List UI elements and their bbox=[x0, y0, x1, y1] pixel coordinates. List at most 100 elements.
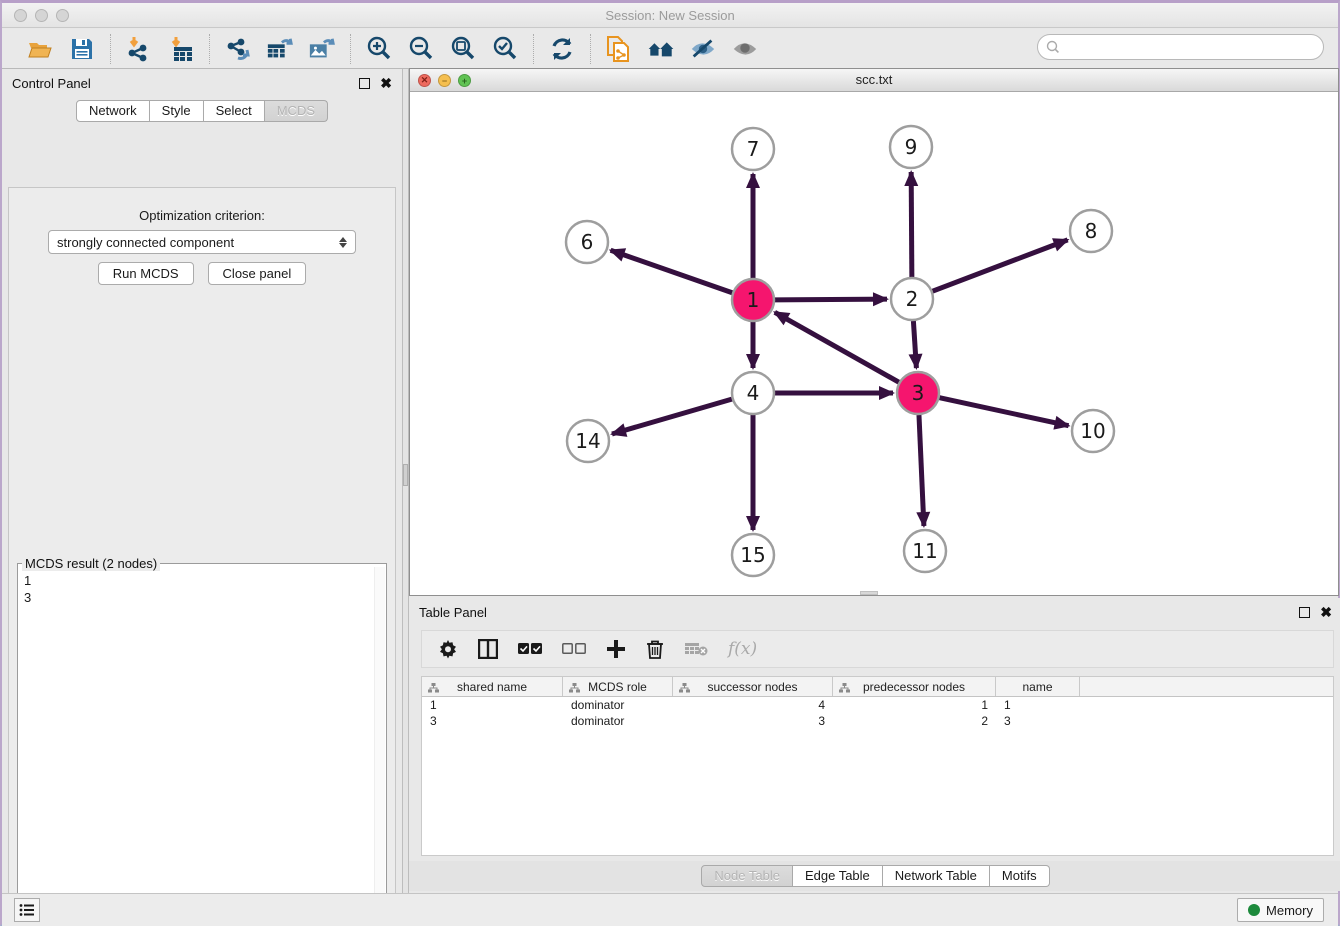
node-label-1: 1 bbox=[747, 288, 760, 312]
table-cell[interactable]: dominator bbox=[563, 713, 673, 729]
network-window-titlebar[interactable]: ✕ − + scc.txt bbox=[410, 69, 1338, 92]
network-close-button[interactable]: ✕ bbox=[418, 74, 431, 87]
zoom-selected-icon[interactable] bbox=[491, 35, 519, 63]
unselect-all-columns-icon[interactable] bbox=[562, 642, 586, 656]
column-header-successor-nodes[interactable]: successor nodes bbox=[673, 677, 833, 696]
refresh-layout-icon[interactable] bbox=[548, 35, 576, 63]
first-neighbors-icon[interactable] bbox=[647, 35, 675, 63]
zoom-fit-icon[interactable] bbox=[449, 35, 477, 63]
network-graph[interactable]: 7968124314101511 bbox=[410, 92, 1338, 595]
table-cell[interactable]: 3 bbox=[673, 713, 833, 729]
tab-node-table[interactable]: Node Table bbox=[701, 865, 793, 887]
memory-button[interactable]: Memory bbox=[1237, 898, 1324, 922]
node-table[interactable]: shared nameMCDS role successor nodes prede… bbox=[421, 676, 1334, 856]
hierarchy-icon bbox=[428, 682, 439, 696]
table-row[interactable]: 1dominator411 bbox=[422, 697, 1333, 713]
column-label: successor nodes bbox=[707, 680, 797, 694]
function-builder-icon[interactable]: f(x) bbox=[728, 639, 757, 659]
task-history-button[interactable] bbox=[14, 898, 40, 922]
export-image-icon[interactable] bbox=[308, 35, 336, 63]
result-scrollbar[interactable] bbox=[374, 567, 385, 926]
window-controls[interactable] bbox=[14, 9, 69, 22]
show-all-icon[interactable] bbox=[731, 35, 759, 63]
network-view-window: ✕ − + scc.txt 7968124314101511 bbox=[409, 68, 1339, 596]
edge-3-1[interactable] bbox=[775, 312, 899, 382]
tab-network[interactable]: Network bbox=[76, 100, 150, 122]
run-mcds-button[interactable]: Run MCDS bbox=[98, 262, 194, 285]
edge-4-14[interactable] bbox=[612, 399, 732, 434]
table-cell[interactable]: 3 bbox=[996, 713, 1080, 729]
delete-table-icon[interactable] bbox=[684, 641, 708, 657]
zoom-out-icon[interactable] bbox=[407, 35, 435, 63]
select-all-columns-icon[interactable] bbox=[518, 642, 542, 656]
column-header-name[interactable]: name bbox=[996, 677, 1080, 696]
edge-2-9[interactable] bbox=[911, 172, 912, 277]
export-table-icon[interactable] bbox=[266, 35, 294, 63]
float-panel-icon[interactable] bbox=[359, 78, 370, 89]
table-cell[interactable]: 4 bbox=[673, 697, 833, 713]
close-table-panel-icon[interactable]: ✖ bbox=[1320, 607, 1332, 618]
optimization-criterion-select[interactable]: strongly connected component bbox=[48, 230, 356, 254]
table-row[interactable]: 3dominator323 bbox=[422, 713, 1333, 729]
delete-columns-icon[interactable] bbox=[646, 639, 664, 659]
splitter-grip[interactable] bbox=[403, 464, 408, 486]
close-window-button[interactable] bbox=[14, 9, 27, 22]
hide-selected-icon[interactable] bbox=[689, 35, 717, 63]
tab-mcds[interactable]: MCDS bbox=[265, 100, 328, 122]
search-field[interactable] bbox=[1037, 34, 1324, 60]
edge-1-2[interactable] bbox=[775, 299, 887, 300]
save-session-icon[interactable] bbox=[68, 35, 96, 63]
network-maximize-button[interactable]: + bbox=[458, 74, 471, 87]
show-columns-icon[interactable] bbox=[478, 639, 498, 659]
search-input[interactable] bbox=[1064, 40, 1323, 55]
node-label-8: 8 bbox=[1085, 219, 1098, 243]
edge-2-8[interactable] bbox=[933, 240, 1068, 291]
tab-network-table[interactable]: Network Table bbox=[883, 865, 990, 887]
control-panel-title: Control Panel bbox=[12, 76, 91, 91]
table-tabs-strip: Node Table Edge Table Network Table Moti… bbox=[409, 861, 1340, 891]
zoom-window-button[interactable] bbox=[56, 9, 69, 22]
export-network-icon[interactable] bbox=[224, 35, 252, 63]
table-cell[interactable]: 3 bbox=[422, 713, 563, 729]
import-table-icon[interactable] bbox=[167, 35, 195, 63]
memory-status-icon bbox=[1248, 904, 1260, 916]
edge-2-3[interactable] bbox=[913, 321, 916, 368]
node-label-11: 11 bbox=[912, 539, 937, 563]
table-toolbar: f(x) bbox=[421, 630, 1334, 668]
close-panel-button[interactable]: Close panel bbox=[208, 262, 307, 285]
table-body: 1dominator4113dominator323 bbox=[422, 697, 1333, 729]
edge-3-10[interactable] bbox=[939, 398, 1068, 426]
panel-splitter[interactable] bbox=[402, 69, 409, 893]
close-panel-icon[interactable]: ✖ bbox=[380, 78, 392, 89]
float-table-panel-icon[interactable] bbox=[1299, 607, 1310, 618]
mcds-result-box: MCDS result (2 nodes) 1 3 bbox=[17, 563, 387, 926]
column-header-MCDS-role[interactable]: MCDS role bbox=[563, 677, 673, 696]
table-cell[interactable]: 1 bbox=[833, 697, 996, 713]
network-canvas[interactable]: 7968124314101511 bbox=[410, 92, 1338, 595]
edge-3-11[interactable] bbox=[919, 415, 924, 526]
table-cell[interactable]: 1 bbox=[422, 697, 563, 713]
add-column-icon[interactable] bbox=[606, 639, 626, 659]
edge-1-6[interactable] bbox=[611, 250, 733, 292]
table-cell[interactable]: 2 bbox=[833, 713, 996, 729]
column-header-shared-name[interactable]: shared name bbox=[422, 677, 563, 696]
minimize-window-button[interactable] bbox=[35, 9, 48, 22]
network-window-title: scc.txt bbox=[410, 69, 1338, 91]
import-network-icon[interactable] bbox=[125, 35, 153, 63]
node-label-2: 2 bbox=[906, 287, 919, 311]
clone-network-icon[interactable] bbox=[605, 35, 633, 63]
table-cell[interactable]: dominator bbox=[563, 697, 673, 713]
table-cell[interactable]: 1 bbox=[996, 697, 1080, 713]
column-header-predecessor-nodes[interactable]: predecessor nodes bbox=[833, 677, 996, 696]
tab-select[interactable]: Select bbox=[204, 100, 265, 122]
tab-edge-table[interactable]: Edge Table bbox=[793, 865, 883, 887]
zoom-in-icon[interactable] bbox=[365, 35, 393, 63]
node-label-15: 15 bbox=[740, 543, 765, 567]
optimization-criterion-label: Optimization criterion: bbox=[9, 208, 395, 223]
open-file-icon[interactable] bbox=[26, 35, 54, 63]
canvas-scroll-grip[interactable] bbox=[860, 591, 878, 595]
table-options-icon[interactable] bbox=[438, 639, 458, 659]
tab-motifs[interactable]: Motifs bbox=[990, 865, 1050, 887]
network-minimize-button[interactable]: − bbox=[438, 74, 451, 87]
tab-style[interactable]: Style bbox=[150, 100, 204, 122]
